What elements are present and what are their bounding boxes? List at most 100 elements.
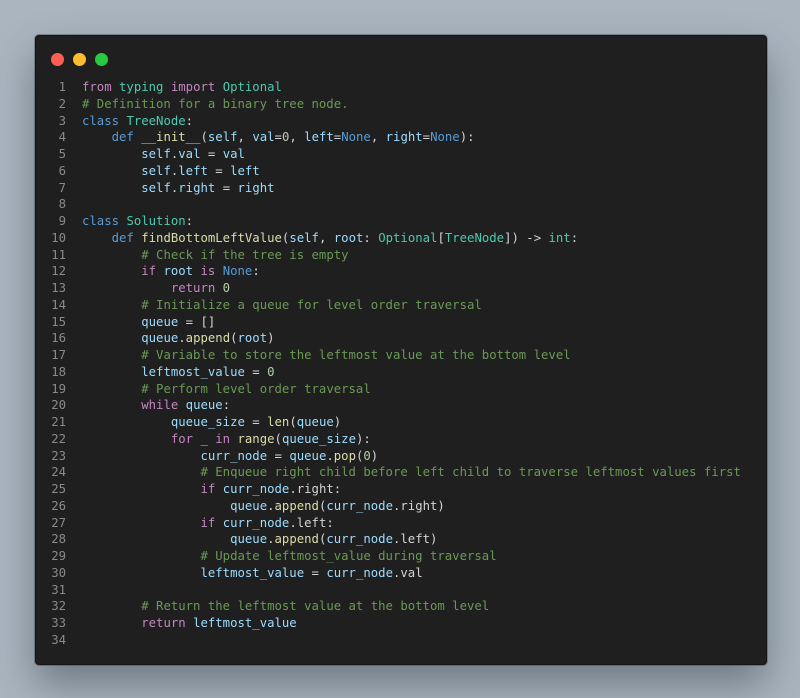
code-token: 0 (222, 281, 231, 295)
code-token: # Initialize a queue for level order tra… (141, 297, 482, 312)
code-token: self (207, 130, 238, 145)
close-icon[interactable] (51, 53, 64, 66)
code-token: curr_node (200, 448, 268, 463)
code-token: # Update leftmost_value during traversal (200, 549, 497, 563)
code-token: queue_size (170, 415, 245, 429)
code-token: . (267, 498, 275, 513)
code-token: # Return the leftmost value at the botto… (141, 599, 490, 614)
code-token: root (163, 264, 194, 279)
code-token: for (170, 431, 194, 446)
code-token: , (289, 130, 305, 145)
code-token: = (200, 147, 223, 161)
code-text: # Check if the tree is empty (82, 247, 348, 264)
code-token: val (178, 147, 201, 161)
code-token: = (267, 448, 290, 463)
minimize-icon[interactable] (73, 53, 86, 66)
line-number: 9 (58, 214, 66, 228)
line-number: 1 (58, 80, 66, 94)
code-token: curr_node (326, 565, 393, 580)
code-token: . (178, 331, 186, 346)
code-line: 4 def __init__(self, val=0, left=None, r… (36, 129, 766, 146)
code-token: = [] (178, 314, 216, 329)
line-number: 20 (51, 398, 66, 413)
code-token: queue_size (281, 431, 356, 446)
code-token: ) (267, 331, 275, 346)
code-token: queue (141, 314, 179, 329)
code-line: 21 queue_size = len(queue) (36, 414, 766, 431)
code-token: None (430, 130, 460, 145)
code-line: 19 # Perform level order traversal (36, 381, 766, 398)
code-token: if (141, 264, 157, 279)
code-line: 1 from typing import Optional (36, 79, 766, 96)
code-token: int (548, 230, 571, 245)
code-text: # Perform level order traversal (82, 381, 371, 398)
code-token: if (200, 482, 216, 496)
code-text: if curr_node.right: (82, 481, 341, 498)
code-token: def (111, 130, 134, 145)
code-text: self.right = right (82, 180, 274, 197)
code-token: : (185, 214, 194, 228)
code-text: # Initialize a queue for level order tra… (82, 297, 482, 314)
code-line: 29 # Update leftmost_value during traver… (36, 548, 766, 565)
code-window: 1 from typing import Optional 2 # Definitio… (35, 35, 767, 665)
code-token: queue (296, 415, 334, 429)
code-line: 14 # Initialize a queue for level order … (36, 297, 766, 314)
code-line: 24 # Enqueue right child before left chi… (36, 464, 766, 481)
line-number: 5 (58, 147, 66, 161)
code-token: curr_node (326, 498, 393, 513)
code-token: _ (200, 431, 208, 446)
code-token: , (237, 130, 253, 145)
code-token: ( (230, 331, 238, 346)
code-text: queue_size = len(queue) (82, 414, 341, 431)
code-token: TreeNode (444, 230, 505, 245)
code-line: 25 if curr_node.right: (36, 481, 766, 498)
code-token: [ (437, 230, 445, 245)
code-token: typing (119, 80, 164, 94)
line-number: 28 (51, 532, 66, 547)
code-line: 31 (36, 582, 766, 599)
code-token: append (274, 532, 319, 547)
code-token: TreeNode (126, 113, 186, 128)
code-token: # Enqueue right child before left child … (200, 465, 741, 480)
line-number: 10 (51, 230, 66, 245)
code-token: self (141, 147, 171, 161)
code-text: self.left = left (82, 163, 260, 180)
line-number: 21 (51, 415, 66, 429)
code-token: in (215, 431, 231, 446)
code-line: 6 self.left = left (36, 163, 766, 180)
maximize-icon[interactable] (95, 53, 108, 66)
code-token: curr_node (222, 482, 290, 496)
code-line: 22 for _ in range(queue_size): (36, 431, 766, 448)
line-number: 11 (51, 247, 66, 262)
code-token: = (422, 130, 431, 145)
code-text: curr_node = queue.pop(0) (82, 448, 378, 465)
line-number: 32 (51, 599, 66, 614)
line-number: 27 (51, 515, 66, 530)
code-line: 33 return leftmost_value (36, 615, 766, 632)
code-token: ]) -> (504, 230, 549, 245)
line-number: 12 (51, 264, 66, 279)
code-token: left (304, 130, 334, 145)
code-text: queue = [] (82, 314, 215, 331)
code-token: root (237, 331, 268, 346)
code-token: : (363, 230, 379, 245)
code-text: if root is None: (82, 263, 260, 280)
